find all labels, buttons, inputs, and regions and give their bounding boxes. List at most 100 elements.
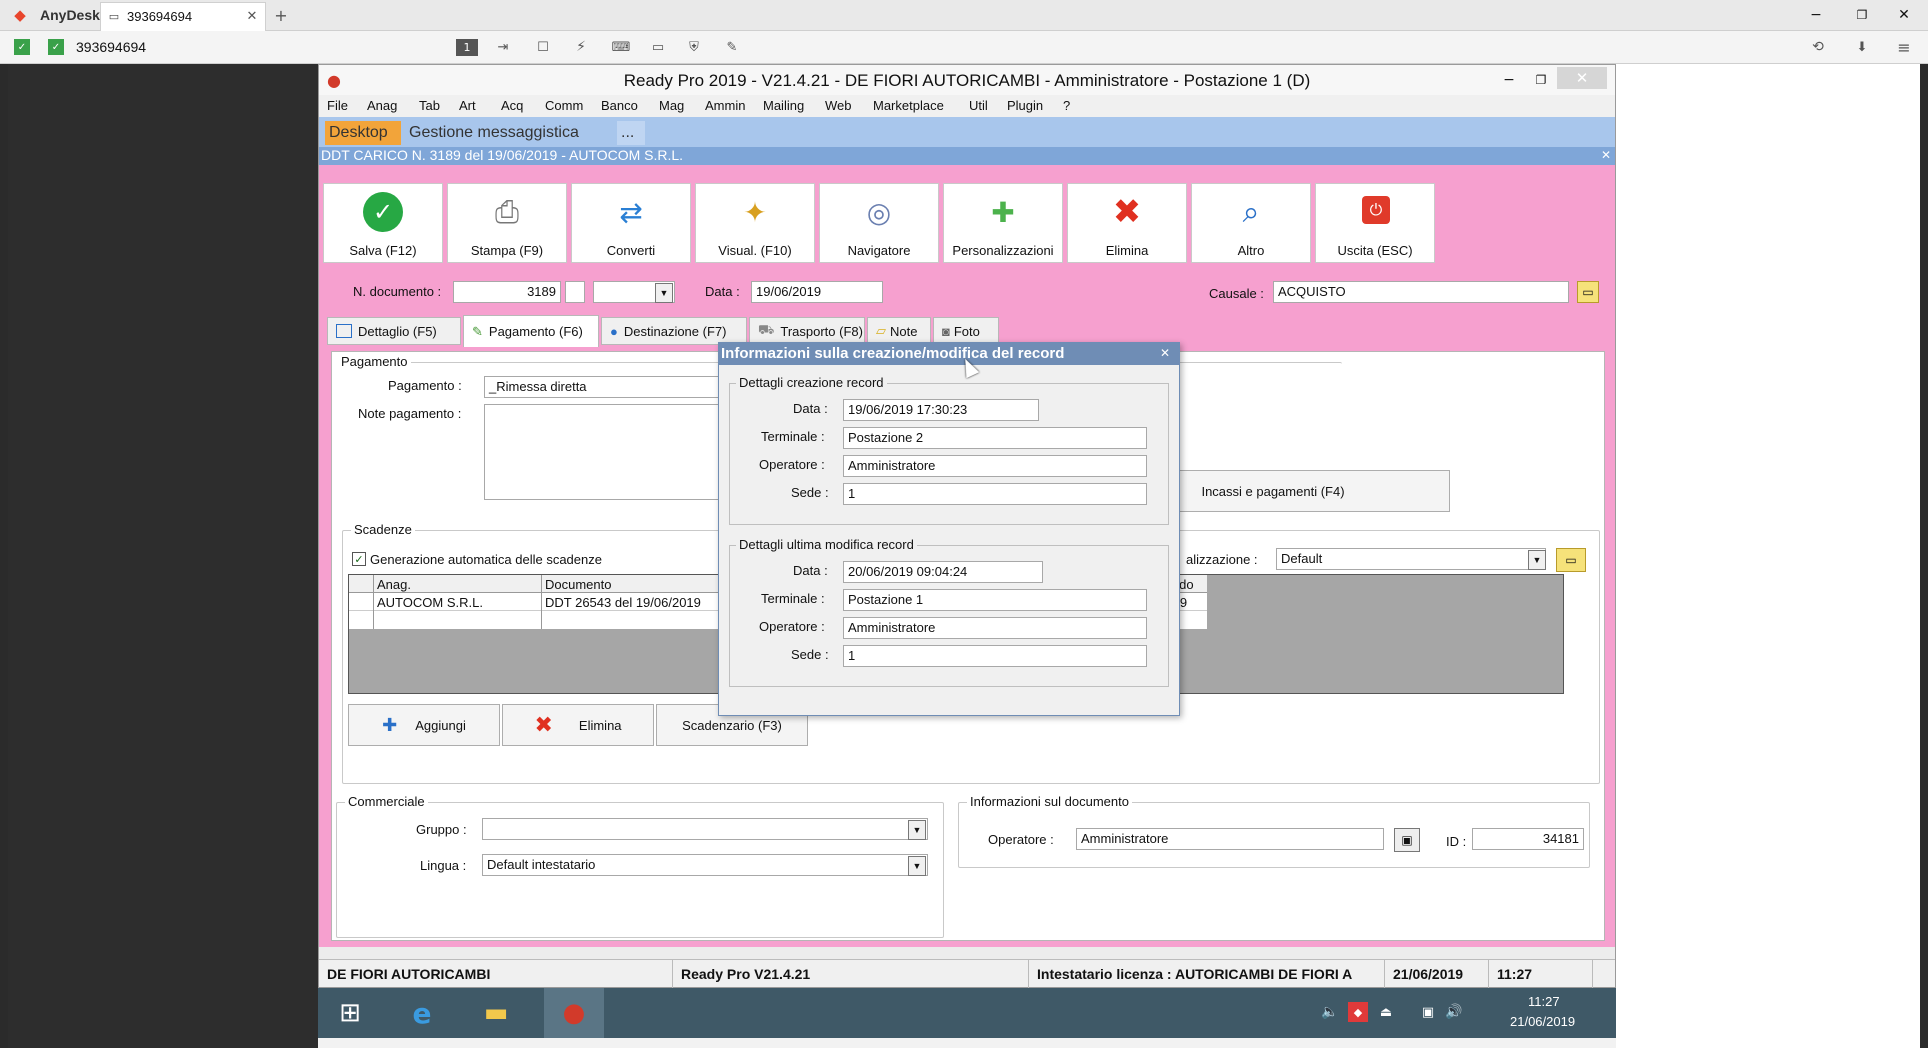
id-field[interactable]: 34181 xyxy=(1472,828,1584,850)
usb-tray-icon[interactable]: ⏏ xyxy=(1376,1002,1396,1022)
monitor-icon: ▭ xyxy=(108,9,120,23)
creazione-sede-field[interactable]: 1 xyxy=(843,483,1147,505)
causale-folder-icon[interactable]: ▭ xyxy=(1577,281,1599,303)
address-field[interactable]: 393694694 xyxy=(76,39,426,55)
tab-more[interactable]: ... xyxy=(617,121,645,145)
lingua-dropdown-icon[interactable]: ▼ xyxy=(908,856,926,876)
app-minimize-icon[interactable]: − xyxy=(1497,70,1521,90)
navigator-button[interactable]: ◎ Navigatore xyxy=(819,183,939,263)
network-tray-icon[interactable]: ▣ xyxy=(1418,1002,1438,1022)
toolbar-privacy-icon[interactable]: ⛨ xyxy=(684,38,704,56)
tab-destinazione[interactable]: ● Destinazione (F7) xyxy=(601,317,747,345)
anydesk-session-tab[interactable]: ▭ 393694694 ✕ xyxy=(100,2,266,31)
personalizzazione-field[interactable]: Default xyxy=(1276,548,1546,570)
anydesk-tray-icon[interactable]: ◆ xyxy=(1348,1002,1368,1022)
status-license: Intestatario licenza : AUTORICAMBI DE FI… xyxy=(1029,960,1385,988)
personalizzazione-folder-icon[interactable]: ▭ xyxy=(1556,548,1586,572)
other-button[interactable]: ⌕ Altro xyxy=(1191,183,1311,263)
tab-pagamento[interactable]: ✎ Pagamento (F6) xyxy=(463,315,599,347)
speaker-mute-icon[interactable]: 🔈 xyxy=(1320,1002,1340,1022)
toolbar-chat-icon[interactable]: ☐ xyxy=(534,38,552,56)
close-window-icon[interactable]: ✕ xyxy=(1894,6,1914,24)
print-button[interactable]: ⎙ Stampa (F9) xyxy=(447,183,567,263)
auto-scadenze-checkbox[interactable]: ✓ xyxy=(352,552,366,566)
menu-anag[interactable]: Anag xyxy=(367,98,397,113)
commerciale-group-title: Commerciale xyxy=(345,794,428,809)
start-icon[interactable]: ⊞ xyxy=(332,996,368,1030)
modifica-operatore-field[interactable]: Amministratore xyxy=(843,617,1147,639)
close-tab-icon[interactable]: ✕ xyxy=(245,8,259,24)
ndoc-series-dropdown-icon[interactable]: ▼ xyxy=(655,283,673,303)
creazione-terminale-field[interactable]: Postazione 2 xyxy=(843,427,1147,449)
toolbar-switch-icon[interactable]: ⇥ xyxy=(494,38,512,56)
toolbar-screen-icon[interactable]: ▭ xyxy=(648,38,668,56)
toolbar-display-icon[interactable]: 1 xyxy=(456,39,478,56)
tab-dettaglio[interactable]: Dettaglio (F5) xyxy=(327,317,461,345)
modifica-data-field[interactable]: 20/06/2019 09:04:24 xyxy=(843,561,1043,583)
menu-banco[interactable]: Banco xyxy=(601,98,638,113)
visual-button-label: Visual. (F10) xyxy=(718,243,792,258)
volume-tray-icon[interactable]: 🔊 xyxy=(1444,1002,1464,1022)
menu-tab[interactable]: Tab xyxy=(419,98,440,113)
file-explorer-icon[interactable]: ▬ xyxy=(476,996,516,1030)
restore-icon[interactable]: ❐ xyxy=(1852,6,1872,24)
data-field[interactable]: 19/06/2019 xyxy=(751,281,883,303)
tab-dettaglio-label: Dettaglio (F5) xyxy=(358,323,437,339)
note-pagamento-field[interactable] xyxy=(484,404,734,500)
gruppo-dropdown-icon[interactable]: ▼ xyxy=(908,820,926,840)
menu-comm[interactable]: Comm xyxy=(545,98,583,113)
toolbar-draw-icon[interactable]: ✎ xyxy=(722,38,742,56)
menu-help[interactable]: ? xyxy=(1063,98,1070,113)
modifica-terminale-field[interactable]: Postazione 1 xyxy=(843,589,1147,611)
convert-button[interactable]: ⇄ Converti xyxy=(571,183,691,263)
menu-acq[interactable]: Acq xyxy=(501,98,523,113)
document-close-icon[interactable]: ✕ xyxy=(1599,148,1613,162)
dialog-close-icon[interactable]: ✕ xyxy=(1157,345,1173,361)
elimina-scadenza-button[interactable]: ✖ Elimina xyxy=(502,704,654,746)
record-info-icon[interactable]: ▣ xyxy=(1394,828,1420,852)
creazione-data-field[interactable]: 19/06/2019 17:30:23 xyxy=(843,399,1039,421)
menu-file[interactable]: File xyxy=(327,98,348,113)
toolbar-action-icon[interactable]: ⚡ xyxy=(572,38,590,56)
gruppo-field[interactable] xyxy=(482,818,928,840)
menu-web[interactable]: Web xyxy=(825,98,852,113)
menu-marketplace[interactable]: Marketplace xyxy=(873,98,944,113)
menu-mailing[interactable]: Mailing xyxy=(763,98,804,113)
dialog-title-bar[interactable]: Informazioni sulla creazione/modifica de… xyxy=(719,343,1179,365)
tab-desktop[interactable]: Desktop xyxy=(325,121,401,145)
tab-foto[interactable]: ◙ Foto xyxy=(933,317,999,345)
lingua-field[interactable]: Default intestatario xyxy=(482,854,928,876)
toolbar-keyboard-icon[interactable]: ⌨ xyxy=(610,38,632,56)
modifica-sede-field[interactable]: 1 xyxy=(843,645,1147,667)
menu-plugin[interactable]: Plugin xyxy=(1007,98,1043,113)
hamburger-menu-icon[interactable]: ≡ xyxy=(1894,38,1914,57)
save-button[interactable]: ✓ Salva (F12) xyxy=(323,183,443,263)
readypro-taskbar-icon[interactable]: ● xyxy=(544,988,604,1038)
customize-button[interactable]: ✚ Personalizzazioni xyxy=(943,183,1063,263)
ndoc-field[interactable]: 3189 xyxy=(453,281,561,303)
pagamento-field[interactable]: _Rimessa diretta xyxy=(484,376,734,398)
new-tab-icon[interactable]: + xyxy=(272,6,290,25)
tab-trasporto[interactable]: ⛟ Trasporto (F8) xyxy=(749,317,865,345)
menu-util[interactable]: Util xyxy=(969,98,988,113)
download-icon[interactable]: ⬇ xyxy=(1852,38,1872,56)
delete-button[interactable]: ✖ Elimina xyxy=(1067,183,1187,263)
menu-art[interactable]: Art xyxy=(459,98,476,113)
app-close-icon[interactable]: ✕ xyxy=(1557,67,1607,89)
internet-explorer-icon[interactable]: e xyxy=(402,996,442,1030)
app-restore-icon[interactable]: ❐ xyxy=(1529,70,1553,90)
menu-mag[interactable]: Mag xyxy=(659,98,684,113)
aggiungi-button[interactable]: ✚ Aggiungi xyxy=(348,704,500,746)
tab-gestione-messaggistica[interactable]: Gestione messaggistica xyxy=(405,121,607,145)
visual-button[interactable]: ✦ Visual. (F10) xyxy=(695,183,815,263)
ndoc-suffix-field[interactable] xyxy=(565,281,585,303)
menu-ammin[interactable]: Ammin xyxy=(705,98,745,113)
exit-button[interactable]: ⏻ Uscita (ESC) xyxy=(1315,183,1435,263)
history-icon[interactable]: ⟲ xyxy=(1808,38,1828,56)
info-operatore-field[interactable]: Amministratore xyxy=(1076,828,1384,850)
personalizzazione-dropdown-icon[interactable]: ▼ xyxy=(1528,550,1546,570)
tab-note[interactable]: ▱ Note xyxy=(867,317,931,345)
causale-field[interactable]: ACQUISTO xyxy=(1273,281,1569,303)
minimize-icon[interactable]: − xyxy=(1806,6,1826,24)
creazione-operatore-field[interactable]: Amministratore xyxy=(843,455,1147,477)
